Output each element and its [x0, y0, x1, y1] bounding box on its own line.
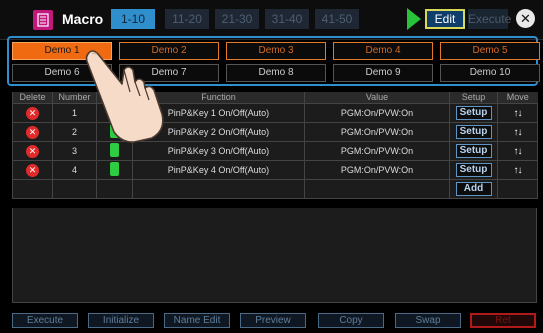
close-icon[interactable]: ✕ — [516, 9, 535, 28]
row-function: PinP&Key 4 On/Off(Auto) — [132, 160, 305, 180]
delete-icon[interactable]: ✕ — [26, 106, 39, 120]
top-bar: Macro 1-10 11-20 21-30 31-40 41-50 Edit … — [0, 0, 543, 40]
delete-icon[interactable]: ✕ — [26, 125, 39, 139]
edit-button[interactable]: Edit — [425, 9, 465, 29]
column-header-delete: Delete — [12, 92, 53, 104]
column-header-move: Move — [497, 92, 538, 104]
demo-button-10[interactable]: Demo 10 — [440, 64, 540, 82]
demo-button-4[interactable]: Demo 4 — [333, 42, 433, 60]
setup-button[interactable]: Setup — [455, 125, 492, 139]
enable-toggle[interactable] — [110, 162, 119, 176]
row-value: PGM:On/PVW:On — [304, 103, 450, 123]
demo-button-8[interactable]: Demo 8 — [226, 64, 326, 82]
move-icon[interactable]: ↑↓ — [514, 127, 523, 138]
move-icon[interactable]: ↑↓ — [514, 108, 523, 119]
execute-button[interactable]: Execute — [12, 313, 78, 328]
initialize-button[interactable]: Initialize — [88, 313, 154, 328]
tab-range-31-40[interactable]: 31-40 — [265, 9, 309, 29]
delete-icon[interactable]: ✕ — [26, 163, 39, 177]
column-header-value: Value — [304, 92, 450, 104]
page-title: Macro — [62, 11, 104, 27]
demo-button-9[interactable]: Demo 9 — [333, 64, 433, 82]
setup-button[interactable]: Setup — [455, 106, 492, 120]
swap-button[interactable]: Swap — [395, 313, 461, 328]
copy-button[interactable]: Copy — [318, 313, 384, 328]
row-value: PGM:On/PVW:On — [304, 122, 450, 142]
table-row: ✕ 4 PinP&Key 4 On/Off(Auto) PGM:On/PVW:O… — [12, 160, 538, 180]
row-number: 3 — [52, 141, 97, 161]
play-icon[interactable] — [407, 8, 421, 30]
table-row-add: Add — [12, 179, 538, 199]
add-button[interactable]: Add — [455, 182, 492, 196]
column-header-setup: Setup — [449, 92, 498, 104]
row-function: PinP&Key 3 On/Off(Auto) — [132, 141, 305, 161]
move-icon[interactable]: ↑↓ — [514, 146, 523, 157]
name-edit-button[interactable]: Name Edit — [164, 313, 230, 328]
tab-range-11-20[interactable]: 11-20 — [165, 9, 209, 29]
row-value: PGM:On/PVW:On — [304, 160, 450, 180]
demo-button-5[interactable]: Demo 5 — [440, 42, 540, 60]
empty-list-area — [12, 208, 537, 303]
row-value: PGM:On/PVW:On — [304, 141, 450, 161]
row-number: 4 — [52, 160, 97, 180]
enable-toggle[interactable] — [110, 143, 119, 157]
table-row: ✕ 3 PinP&Key 3 On/Off(Auto) PGM:On/PVW:O… — [12, 141, 538, 161]
demo-button-3[interactable]: Demo 3 — [226, 42, 326, 60]
tab-range-41-50[interactable]: 41-50 — [315, 9, 359, 29]
macro-app-icon — [33, 10, 53, 30]
execute-mode-button[interactable]: Execute — [468, 9, 511, 29]
tab-range-1-10[interactable]: 1-10 — [111, 9, 155, 29]
delete-icon[interactable]: ✕ — [26, 144, 39, 158]
setup-button[interactable]: Setup — [455, 144, 492, 158]
hand-pointer-icon — [85, 50, 164, 143]
tab-range-21-30[interactable]: 21-30 — [215, 9, 259, 29]
preview-button[interactable]: Preview — [240, 313, 306, 328]
return-button[interactable]: Ret — [470, 313, 536, 328]
setup-button[interactable]: Setup — [455, 163, 492, 177]
move-icon[interactable]: ↑↓ — [514, 165, 523, 176]
